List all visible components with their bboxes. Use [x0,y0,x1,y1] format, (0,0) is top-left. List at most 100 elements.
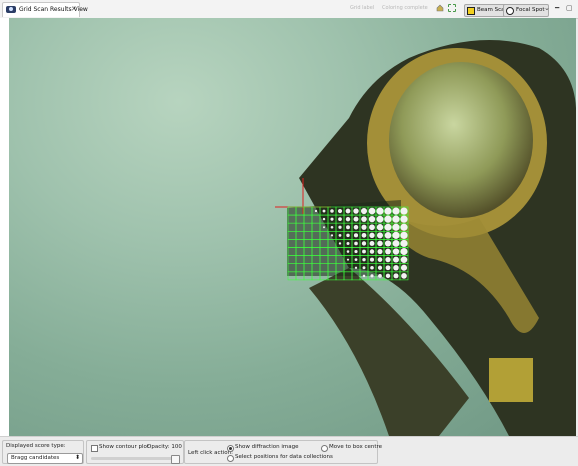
loop-interior [389,62,533,218]
score-type-select[interactable]: Bragg candidates ⬍ [7,453,83,464]
grid-score-dot [362,274,366,278]
grid-score-dot [354,266,358,269]
grid-score-dot [370,265,374,270]
grid-score-dot [377,257,383,262]
grid-score-dot [385,248,391,255]
focal-spot-icon [506,7,514,15]
grid-score-dot [384,223,392,231]
sample-camera-view[interactable] [9,18,576,436]
move-to-box-centre-label: Move to box centre [329,444,383,450]
grid-score-dot [369,232,375,239]
opacity-slider-knob[interactable] [171,455,180,464]
grid-score-dot [346,241,350,245]
grid-score-dot [384,215,392,223]
grid-score-dot [370,274,374,278]
grid-score-dot [369,224,375,231]
grid-score-dot [376,215,384,223]
grid-score-dot [330,225,334,229]
grid-score-dot [330,234,334,237]
grid-score-dot [369,240,375,246]
control-panel: Displayed score type: Bragg candidates ⬍… [0,436,578,466]
close-icon[interactable]: ✕ [71,5,77,13]
contour-checkbox[interactable] [91,445,98,452]
grid-score-dot [369,249,375,254]
left-click-group: Left click action: Show diffraction imag… [184,440,382,464]
grid-score-dot [338,225,342,229]
opacity-slider[interactable] [91,455,180,464]
grid-score-dot [400,248,408,256]
grid-score-dot [353,233,359,238]
grid-score-dot [337,208,343,214]
grid-score-dot [376,224,384,231]
score-type-group: Displayed score type: Bragg candidates ⬍ [2,440,84,464]
tab-grid-scan-results[interactable]: Grid Scan Results View ✕ [2,2,88,17]
grid-score-dot [400,239,408,248]
grid-score-dot [330,209,334,213]
minimize-icon[interactable]: ━ [555,4,559,12]
grid-score-dot [377,248,383,255]
grid-score-dot [345,208,351,214]
select-positions-label: Select positions for data collections [235,454,333,460]
grid-score-dot [354,249,358,254]
grid-score-dot [378,273,382,278]
grid-score-dot [384,232,392,239]
score-type-value: Bragg candidates [11,455,60,461]
grid-score-dot [330,217,334,221]
grid-score-dot [384,207,392,215]
grid-score-dot [368,207,376,215]
grid-score-dot [360,208,368,215]
grid-score-dot [401,273,407,279]
grid-score-dot [392,215,400,223]
grid-score-dot [353,208,359,214]
grid-score-dot [369,257,375,262]
grid-score-dot [354,258,358,262]
grid-score-dot [314,209,318,213]
radio-move-to-box-centre[interactable] [321,445,328,452]
grid-score-dot [385,273,391,279]
grid-score-dot [361,241,367,246]
grid-score-dot [400,231,408,239]
grid-score-dot [392,240,400,247]
grid-score-dot [385,265,391,271]
grid-label-item[interactable]: Grid label [350,5,374,11]
grid-score-dot [361,224,367,230]
grid-score-dot [361,216,367,222]
radio-select-positions[interactable] [227,455,234,462]
grid-score-dot [400,207,408,215]
beam-size-box [489,358,533,402]
focal-spot-label: Focal Spot [516,7,545,13]
grid-score-dot [400,223,408,231]
radio-show-diffraction[interactable] [227,445,234,452]
view-icon [6,6,16,13]
home-icon[interactable] [436,4,444,12]
grid-score-dot [346,258,350,261]
grid-score-dot [393,273,399,279]
grid-score-dot [393,265,399,271]
grid-score-dot [338,217,342,222]
grid-score-dot [377,265,383,270]
coloring-item[interactable]: Coloring complete [382,5,428,11]
menu-icon[interactable]: ⌄ [544,4,550,12]
contour-group: Show contour plot Opacity: 100 [86,440,184,464]
title-bar: Grid Scan Results View ✕ Grid label Colo… [0,0,578,19]
grid-score-dot [346,250,350,253]
score-type-label: Displayed score type: [6,443,66,449]
grid-score-dot [385,256,391,263]
chevron-down-icon: ⬍ [74,454,80,461]
contour-label: Show contour plot [99,444,150,450]
left-margin [0,18,9,436]
tab-label: Grid Scan Results View [19,6,88,13]
grid-score-dot [353,216,359,222]
grid-score-dot [323,226,325,229]
grid-score-dot [346,225,350,230]
grid-score-dot [400,215,408,223]
grid-score-dot [353,224,359,230]
maximize-icon[interactable]: ▢ [566,4,573,12]
beam-scale-swatch [467,7,475,15]
grid-score-dot [354,241,358,246]
grid-score-dot [362,249,366,254]
focal-spot-toggle[interactable]: Focal Spot [503,4,549,17]
grid-score-dot [393,256,399,263]
grid-score-dot [400,264,408,271]
expand-icon[interactable] [448,4,456,12]
